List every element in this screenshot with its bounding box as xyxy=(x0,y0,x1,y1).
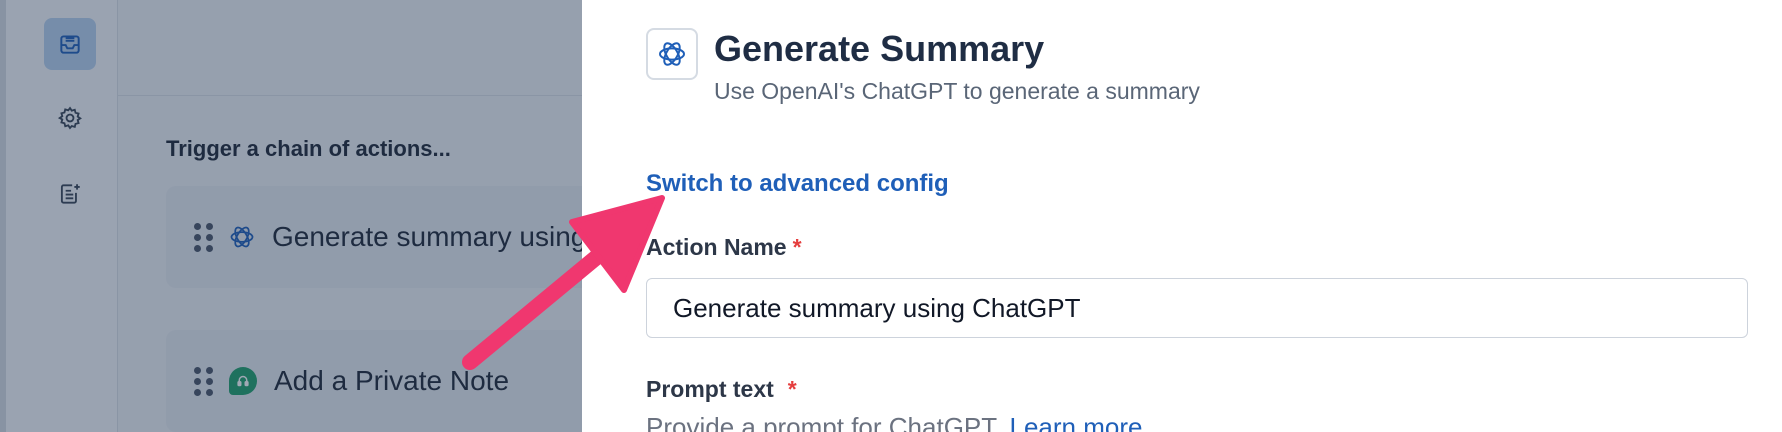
action-config-panel: Generate Summary Use OpenAI's ChatGPT to… xyxy=(582,0,1782,432)
modal-backdrop[interactable] xyxy=(0,0,582,432)
action-name-label-text: Action Name xyxy=(646,234,787,260)
required-marker: * xyxy=(792,234,802,260)
required-marker: * xyxy=(787,376,797,402)
prompt-text-label: Prompt text * xyxy=(646,376,797,403)
panel-subtitle: Use OpenAI's ChatGPT to generate a summa… xyxy=(714,78,1200,104)
prompt-helper-label: Provide a prompt for ChatGPT. xyxy=(646,412,1002,432)
learn-more-link[interactable]: Learn more xyxy=(1009,412,1142,432)
openai-icon xyxy=(646,28,698,80)
prompt-text-label-text: Prompt text xyxy=(646,376,774,402)
prompt-helper-text: Provide a prompt for ChatGPT. Learn more xyxy=(646,412,1142,432)
panel-title: Generate Summary xyxy=(714,28,1045,69)
switch-advanced-config-link[interactable]: Switch to advanced config xyxy=(646,170,949,198)
action-name-input[interactable] xyxy=(646,278,1748,338)
background-app: Trigger a chain of actions... Generate s… xyxy=(0,0,582,432)
action-name-label: Action Name * xyxy=(646,234,802,261)
